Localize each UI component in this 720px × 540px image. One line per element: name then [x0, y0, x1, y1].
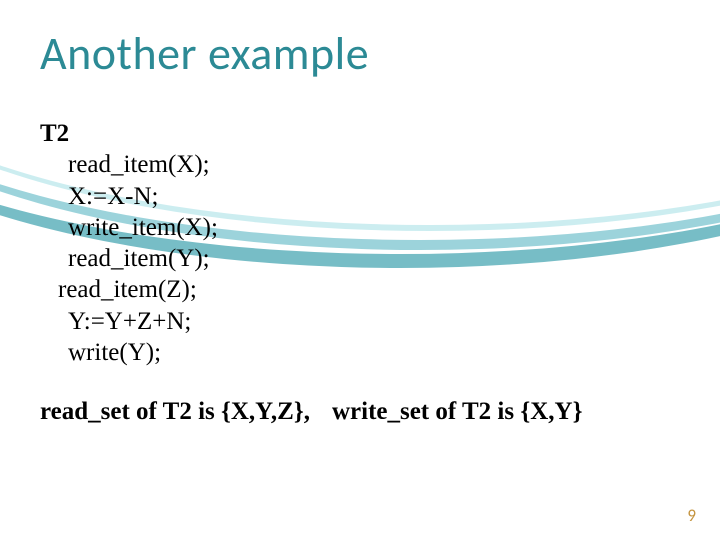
- write-set-text: write_set of T2 is {X,Y}: [332, 398, 582, 425]
- code-line: read_item(Z);: [58, 274, 680, 305]
- code-line: read_item(Y);: [68, 243, 680, 274]
- body-text: T2 read_item(X); X:=X-N; write_item(X); …: [40, 118, 680, 427]
- transaction-name: T2: [40, 118, 680, 149]
- sets-line: read_set of T2 is {X,Y,Z}, write_set of T…: [40, 396, 680, 427]
- code-line: Y:=Y+Z+N;: [68, 306, 680, 337]
- page-number: 9: [687, 505, 696, 526]
- code-line: X:=X-N;: [68, 181, 680, 212]
- code-block: read_item(X); X:=X-N; write_item(X); rea…: [68, 149, 680, 368]
- slide-content: Another example T2 read_item(X); X:=X-N;…: [0, 0, 720, 540]
- slide-title: Another example: [40, 26, 680, 82]
- read-set-text: read_set of T2 is {X,Y,Z},: [40, 398, 310, 425]
- code-line: read_item(X);: [68, 149, 680, 180]
- code-line: write_item(X);: [68, 212, 680, 243]
- code-line: write(Y);: [68, 337, 680, 368]
